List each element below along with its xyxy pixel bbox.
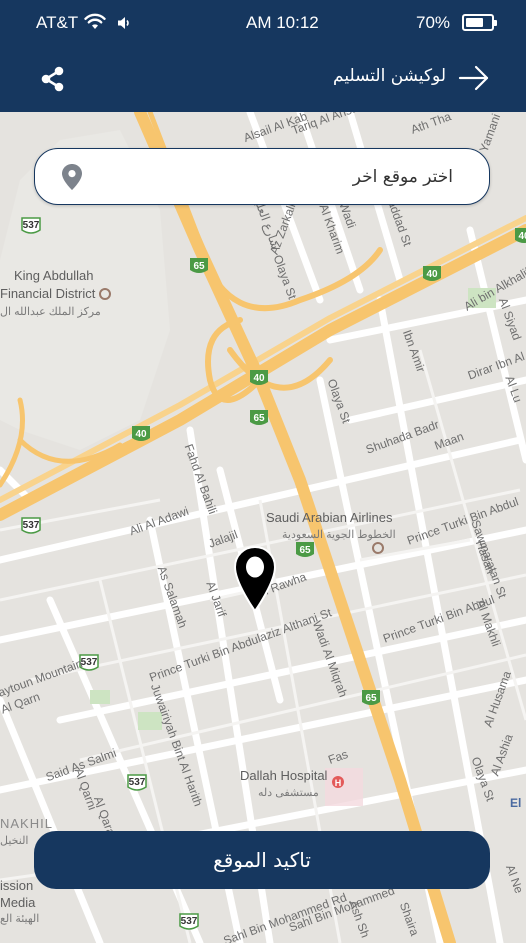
poi-name-ar: النخيل — [0, 835, 29, 847]
poi-name: ission — [0, 878, 34, 893]
poi-name-ar: الهيئة الع — [0, 913, 40, 925]
street-label: El — [510, 796, 522, 810]
carrier-label: AT&T — [36, 13, 79, 32]
battery-percent: 70% — [416, 13, 451, 32]
poi-name: Dallah Hospital — [240, 768, 328, 783]
map-marker-icon[interactable] — [232, 545, 278, 613]
route-shield-65: 65 — [365, 693, 377, 704]
wifi-icon — [84, 13, 106, 29]
poi-name-ar: مستشفى دله — [258, 787, 319, 799]
share-icon[interactable] — [38, 64, 68, 94]
route-shield-65: 65 — [253, 413, 265, 424]
map-view[interactable]: 537 65 40 40 40 65 40 537 65 537 537 65 … — [0, 112, 526, 943]
battery-icon — [462, 14, 497, 31]
volume-icon — [118, 17, 129, 29]
search-placeholder: اختر موقع اخر — [352, 167, 453, 187]
route-shield-537: 537 — [129, 777, 146, 788]
poi-name: Media — [0, 895, 36, 910]
route-shield-537: 537 — [181, 916, 198, 927]
route-shield-537: 537 — [23, 220, 40, 231]
poi-name: Saudi Arabian Airlines — [266, 510, 393, 525]
confirm-location-button[interactable]: تاكيد الموقع — [34, 831, 490, 889]
route-shield-40: 40 — [426, 269, 438, 280]
route-shield-40: 40 — [253, 373, 265, 384]
location-search-field[interactable]: اختر موقع اخر — [34, 148, 490, 205]
route-shield-40: 40 — [135, 429, 147, 440]
status-bar: AT&T AM 10:12 70% — [0, 0, 526, 44]
poi-name-ar: مركز الملك عبدالله ال — [0, 306, 101, 318]
route-shield-537: 537 — [23, 520, 40, 531]
route-shield-65: 65 — [299, 545, 311, 556]
poi-name: Financial District — [0, 286, 96, 301]
poi-name-ar: الخطوط الجوية السعودية — [282, 529, 396, 541]
clock: AM 10:12 — [246, 13, 319, 32]
poi-name: King Abdullah — [14, 268, 94, 283]
route-shield-40: 40 — [518, 231, 526, 242]
route-shield-65: 65 — [193, 261, 205, 272]
poi-name: NAKHIL — [0, 816, 53, 831]
location-pin-icon — [62, 164, 82, 190]
svg-text:H: H — [335, 778, 342, 788]
nav-bar: لوكيشن التسليم — [0, 44, 526, 112]
arrow-right-icon[interactable] — [458, 64, 490, 92]
page-title: لوكيشن التسليم — [333, 66, 446, 86]
battery-level — [466, 18, 483, 27]
